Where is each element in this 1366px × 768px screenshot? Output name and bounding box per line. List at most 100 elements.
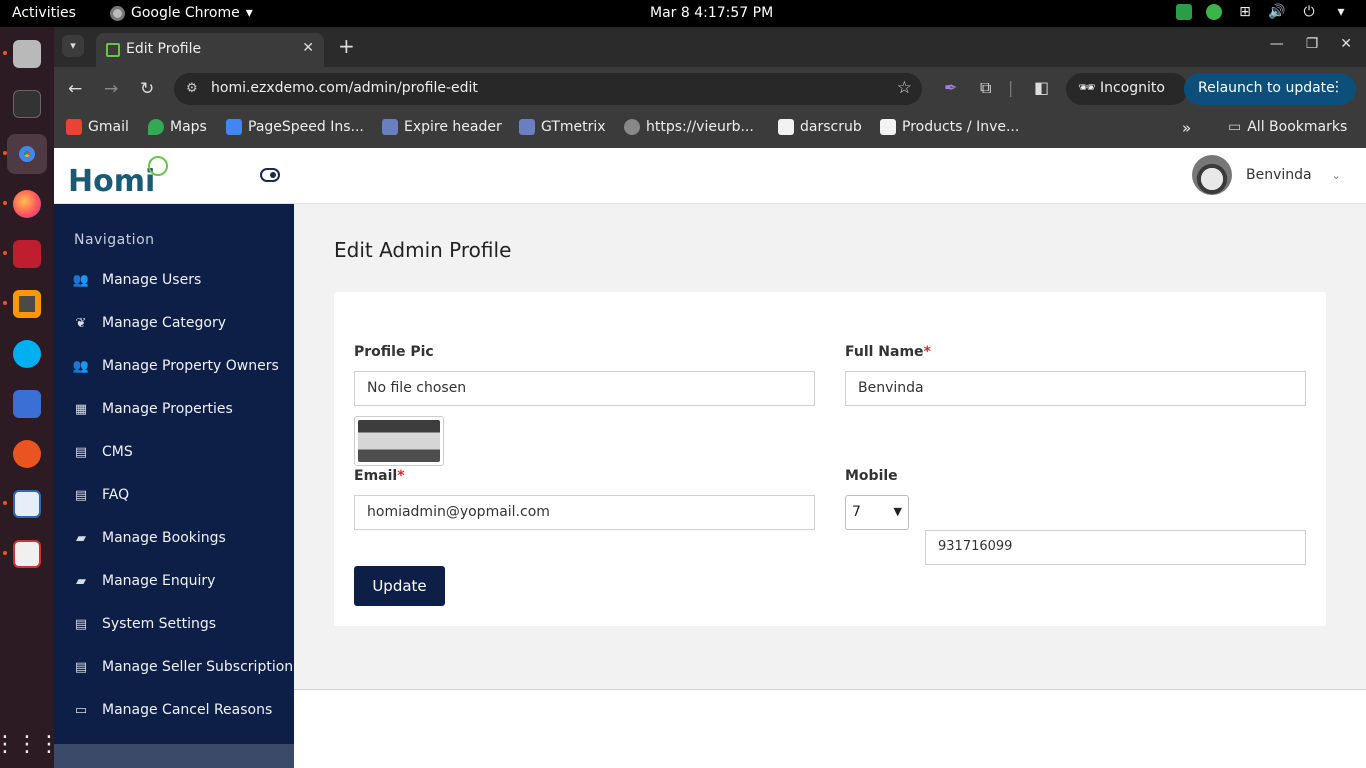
system-tray[interactable]: ⊞ 🔊 ⏻ ▾ [1176, 4, 1350, 20]
close-icon[interactable]: ✕ [302, 40, 314, 56]
back-icon[interactable]: ← [68, 79, 82, 99]
power-icon[interactable]: ⏻ [1300, 4, 1318, 20]
tray-shield-icon[interactable] [1206, 4, 1222, 20]
sidebar-item-manage-bookings[interactable]: ▰ Manage Bookings [72, 530, 226, 546]
bookmark-expire-header[interactable]: Expire header [382, 119, 502, 135]
document-viewer-app-icon[interactable] [7, 534, 47, 574]
tray-app-icon[interactable] [1176, 4, 1192, 20]
show-apps-icon[interactable]: ⋮⋮⋮ [0, 724, 60, 764]
sidebar-toggle-icon[interactable] [260, 168, 280, 182]
system-top-bar: Activities Google Chrome ▾ Mar 8 4:17:57… [0, 0, 1366, 27]
forward-icon[interactable]: → [104, 79, 118, 99]
maximize-icon[interactable]: ❐ [1306, 36, 1319, 52]
tab-edit-profile[interactable]: Edit Profile ✕ [96, 33, 324, 67]
sidebar-item-manage-cancel-reasons[interactable]: ▭ Manage Cancel Reasons [72, 702, 272, 718]
more-menu-icon[interactable]: ⋮ [1330, 79, 1344, 95]
minimize-icon[interactable]: — [1270, 36, 1284, 52]
bookmark-products[interactable]: Products / Inve... [880, 119, 1019, 135]
filezilla-app-icon[interactable] [7, 234, 47, 274]
sidebar-item-manage-properties[interactable]: ▦ Manage Properties [72, 401, 233, 417]
products-icon [880, 119, 896, 135]
bookmarks-bar: Gmail Maps PageSpeed Ins... Expire heade… [54, 111, 1366, 148]
address-bar[interactable]: ⚙ homi.ezxdemo.com/admin/profile-edit ☆ [174, 73, 922, 105]
terminal-app-icon[interactable] [7, 84, 47, 124]
bookmark-maps[interactable]: Maps [148, 119, 207, 135]
side-panel-icon[interactable]: ◧ [1034, 78, 1049, 97]
more-bookmarks-icon[interactable]: » [1182, 119, 1191, 137]
building-icon: ▦ [74, 401, 88, 417]
sidebar-item-manage-property-owners[interactable]: 👥 Manage Property Owners [72, 358, 279, 374]
maps-icon [148, 119, 164, 135]
tab-title: Edit Profile [126, 41, 202, 57]
all-bookmarks[interactable]: ▭ All Bookmarks [1228, 119, 1347, 135]
app-name: Google Chrome [131, 5, 240, 21]
sublime-app-icon[interactable] [7, 284, 47, 324]
chevron-down-icon: ▼ [893, 505, 902, 518]
bookmark-darscrub[interactable]: darscrub [778, 119, 862, 135]
profile-pic-file-input[interactable]: No file chosen [354, 371, 815, 406]
inkscape-app-icon[interactable] [7, 434, 47, 474]
profile-pic-preview [354, 416, 444, 466]
chevron-down-icon[interactable]: ▾ [1332, 4, 1350, 20]
dock: ⋮⋮⋮ [0, 27, 60, 768]
country-code-select[interactable]: 7 ▼ [845, 495, 909, 530]
tab-search-icon[interactable]: ▾ [62, 35, 84, 57]
reload-icon[interactable]: ↻ [140, 79, 154, 99]
update-button[interactable]: Update [354, 566, 445, 606]
skype-app-icon[interactable] [7, 334, 47, 374]
extension-feather-icon[interactable]: ✒ [944, 78, 957, 97]
sidebar-item-manage-users[interactable]: 👥 Manage Users [72, 272, 201, 288]
page-title: Edit Admin Profile [334, 238, 512, 262]
writer-app-icon[interactable] [7, 484, 47, 524]
sidebar-item-faq[interactable]: ▤ FAQ [72, 487, 129, 503]
folder-icon: ▭ [1228, 119, 1242, 135]
sidebar-item-manage-seller-subscription[interactable]: ▤ Manage Seller Subscription [72, 659, 293, 675]
bookmark-gtmetrix[interactable]: GTmetrix [519, 119, 606, 135]
edit-profile-form: Profile Pic No file chosen Full Name* Be… [334, 292, 1326, 626]
user-name: Benvinda [1246, 167, 1312, 183]
sidebar-item-manage-category[interactable]: ❦ Manage Category [72, 315, 226, 331]
relaunch-button[interactable]: Relaunch to update ⋮ [1184, 73, 1356, 105]
site-info-icon[interactable]: ⚙ [186, 81, 198, 96]
extensions-icon[interactable]: ⧉ [980, 78, 991, 98]
sidebar-item-manage-enquiry[interactable]: ▰ Manage Enquiry [72, 573, 215, 589]
screenshot-app-icon[interactable] [7, 384, 47, 424]
bookmark-gmail[interactable]: Gmail [66, 119, 129, 135]
bookmark-star-icon[interactable]: ☆ [897, 78, 912, 98]
users-icon: 👥 [72, 358, 90, 374]
new-tab-icon[interactable]: + [338, 34, 355, 58]
sidebar-item-cms[interactable]: ▤ CMS [72, 444, 133, 460]
browser-toolbar: ← → ↻ ⚙ homi.ezxdemo.com/admin/profile-e… [54, 67, 1366, 111]
email-field[interactable]: homiadmin@yopmail.com [354, 495, 815, 530]
full-name-label: Full Name* [845, 344, 931, 360]
incognito-icon: 🕶 [1078, 80, 1096, 96]
files-app-icon[interactable] [7, 34, 47, 74]
user-menu[interactable]: Benvinda ⌄ [1192, 155, 1341, 195]
network-icon[interactable]: ⊞ [1236, 4, 1254, 20]
house-icon [148, 156, 168, 176]
avatar [1192, 155, 1232, 195]
firefox-app-icon[interactable] [7, 184, 47, 224]
homi-logo[interactable]: Homi [68, 156, 178, 200]
window-close-icon[interactable]: ✕ [1340, 36, 1352, 52]
sidebar-scroll-area [54, 744, 294, 768]
chrome-app-icon[interactable] [7, 134, 47, 174]
bookmark-vieurb[interactable]: https://vieurb... [624, 119, 754, 135]
bookmark-pagespeed[interactable]: PageSpeed Ins... [226, 119, 364, 135]
url-text: homi.ezxdemo.com/admin/profile-edit [211, 80, 478, 96]
volume-icon[interactable]: 🔊 [1268, 4, 1286, 20]
incognito-indicator[interactable]: 🕶 Incognito [1066, 73, 1188, 105]
toolbar-divider: | [1008, 78, 1014, 97]
activities-button[interactable]: Activities [12, 5, 76, 21]
web-page: Homi Benvinda ⌄ Navigation 👥 Manage Users… [54, 148, 1366, 768]
clock[interactable]: Mar 8 4:17:57 PM [650, 5, 773, 21]
gmail-icon [66, 119, 82, 135]
book-icon: ▰ [76, 573, 86, 589]
window-controls: — ❐ ✕ [1270, 36, 1352, 52]
sidebar-item-system-settings[interactable]: ▤ System Settings [72, 616, 216, 632]
mobile-field[interactable]: 931716099 [925, 530, 1306, 565]
file-icon: ▤ [74, 487, 88, 503]
app-menu[interactable]: Google Chrome ▾ [110, 5, 253, 21]
full-name-field[interactable]: Benvinda [845, 371, 1306, 406]
file-icon: ▤ [74, 616, 88, 632]
